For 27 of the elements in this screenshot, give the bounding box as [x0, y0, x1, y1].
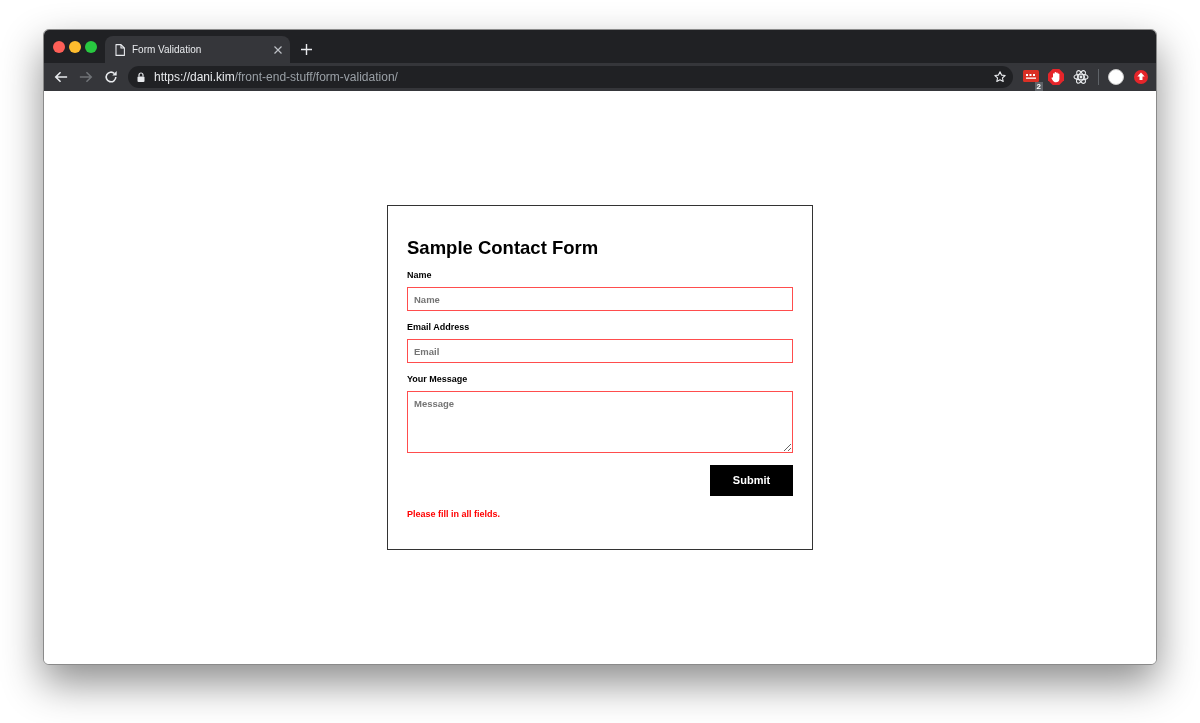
url-text: https://dani.kim/front-end-stuff/form-validation/ [154, 70, 398, 84]
close-window-icon[interactable] [53, 40, 65, 53]
submit-button[interactable]: Submit [710, 465, 793, 496]
form-title: Sample Contact Form [407, 237, 600, 259]
field-label: Name [407, 270, 433, 281]
address-bar[interactable]: https://dani.kim/front-end-stuff/form-validation/ [128, 66, 1013, 88]
lock-icon [137, 72, 145, 82]
atom-icon[interactable] [1073, 69, 1089, 85]
browser-tab[interactable]: Form Validation [105, 36, 290, 63]
input-field[interactable]: Name [407, 287, 793, 311]
input-field[interactable]: Email [407, 339, 793, 363]
new-tab-icon[interactable] [301, 44, 312, 55]
zoom-window-icon[interactable] [85, 40, 97, 53]
field-label: Email Address [407, 322, 471, 333]
extension-badge: 2 [1034, 82, 1043, 91]
profile-avatar-icon[interactable] [1108, 69, 1124, 85]
minimize-window-icon[interactable] [69, 40, 81, 53]
reload-icon[interactable] [104, 70, 118, 84]
stop-hand-icon[interactable] [1048, 69, 1064, 85]
field-label: Your Message [407, 374, 469, 385]
message-field[interactable]: Message [407, 391, 793, 453]
document-icon [115, 43, 125, 56]
back-arrow-icon[interactable] [54, 70, 68, 84]
close-icon[interactable] [274, 45, 282, 54]
error-message: Please fill in all fields. [407, 509, 502, 520]
dots-tile-icon[interactable] [1023, 69, 1039, 85]
bookmark-star-icon[interactable] [994, 71, 1006, 83]
